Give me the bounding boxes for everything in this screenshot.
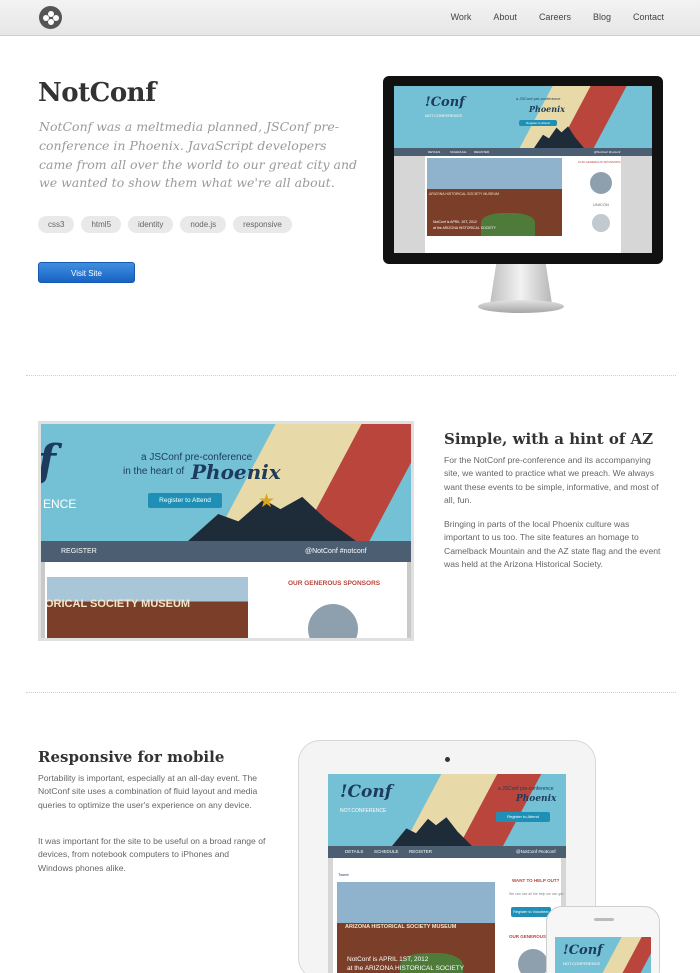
top-nav: Work About Careers Blog Contact (0, 0, 700, 36)
tablet-volunteer-button: Register to Volunteer (511, 907, 551, 917)
zoom-sponsors-title: OUR GENEROUS SPONSORS (288, 580, 381, 587)
tag-identity[interactable]: identity (128, 216, 174, 233)
tablet-help-title: WANT TO HELP OUT? (512, 878, 560, 883)
nav-link-contact[interactable]: Contact (633, 12, 664, 22)
nav-link-careers[interactable]: Careers (539, 12, 571, 22)
zoom-nav: REGISTER @NotConf #notconf (41, 541, 411, 562)
zoom-header: f ENCE a JSConf pre-conference in the he… (41, 424, 411, 541)
mock-register-button: Register to Attend (519, 120, 557, 126)
section-3-title: Responsive for mobile (38, 748, 225, 766)
monitor-mockup: !Conf NOT.CONFERENCE a JSConf pre-confer… (383, 76, 663, 264)
phone-mockup: !Conf NOT.CONFERENCE (546, 906, 660, 973)
mock-city: Phoenix (529, 104, 565, 114)
tag-nodejs[interactable]: node.js (180, 216, 227, 233)
tag-list: css3 html5 identity node.js responsive (38, 216, 292, 233)
mock-sponsor-unicon: UNICON (593, 202, 609, 207)
tag-html5[interactable]: html5 (81, 216, 122, 233)
mock-tagline-1: a JSConf pre-conference (516, 96, 561, 101)
meltmedia-logo-icon[interactable] (39, 6, 62, 29)
tablet-museum-photo: ARIZONA HISTORICAL SOCIETY MUSEUM NotCon… (337, 882, 495, 973)
mock-logo-sub: NOT.CONFERENCE (425, 113, 463, 118)
nav-links: Work About Careers Blog Contact (451, 12, 664, 22)
nav-link-work[interactable]: Work (451, 12, 472, 22)
tablet-logo-sub: NOT.CONFERENCE (340, 808, 387, 814)
zoom-tagline-2: in the heart of (123, 466, 185, 477)
page-title: NotConf (38, 78, 156, 108)
monitor-screen: !Conf NOT.CONFERENCE a JSConf pre-confer… (394, 86, 652, 253)
phone-screen: !Conf NOT.CONFERENCE (555, 937, 651, 973)
section-divider (26, 375, 676, 376)
zoom-logo-sub: ENCE (43, 497, 77, 511)
tag-css3[interactable]: css3 (38, 216, 75, 233)
section-3-paragraph-1: Portability is important, especially at … (38, 773, 258, 810)
camera-icon (445, 757, 450, 762)
site-screenshot-zoom: f ENCE a JSConf pre-conference in the he… (38, 421, 414, 641)
tablet-register-button: Register to Attend (496, 812, 550, 822)
zoom-city: Phoenix (191, 460, 281, 484)
tablet-screen: !Conf NOT.CONFERENCE a JSConf pre-confer… (328, 774, 566, 973)
mock-logo: !Conf (425, 95, 465, 110)
section-2-title: Simple, with a hint of AZ (444, 430, 654, 448)
tablet-header: !Conf NOT.CONFERENCE a JSConf pre-confer… (328, 774, 566, 846)
section-2-paragraph-1: For the NotConf pre-conference and its a… (444, 455, 659, 505)
phone-logo-sub: NOT.CONFERENCE (563, 961, 601, 966)
phone-logo: !Conf (563, 943, 603, 958)
zoom-register-button: Register to Attend (148, 493, 222, 508)
tablet-nav: DETAILS SCHEDULE REGISTER @NotConf #notc… (328, 846, 566, 858)
zoom-museum-photo: ORICAL SOCIETY MUSEUM (47, 577, 248, 638)
monitor-stand (490, 264, 552, 304)
mock-header: !Conf NOT.CONFERENCE a JSConf pre-confer… (394, 86, 652, 148)
tablet-tweet-button: Tweet (338, 872, 349, 877)
tablet-help-text: We can use all the help we can get. (509, 892, 565, 896)
section-2-paragraph-2: Bringing in parts of the local Phoenix c… (444, 519, 661, 569)
nav-link-about[interactable]: About (493, 12, 517, 22)
section-3-paragraph-2: It was important for the site to be usef… (38, 836, 266, 873)
mock-museum-photo: ARIZONA HISTORICAL SOCIETY MUSEUM NotCon… (427, 158, 562, 236)
mock-sponsors-title: OUR GENEROUS SPONSORS (578, 160, 621, 164)
hero-description: NotConf was a meltmedia planned, JSConf … (39, 119, 358, 191)
monitor-base (478, 300, 564, 313)
section-divider (26, 692, 676, 693)
tag-responsive[interactable]: responsive (233, 216, 292, 233)
tablet-logo: !Conf (340, 782, 393, 802)
visit-site-button[interactable]: Visit Site (38, 262, 135, 283)
nav-link-blog[interactable]: Blog (593, 12, 611, 22)
mock-nav: DETAILS SCHEDULE REGISTER @NotConf #notc… (394, 148, 652, 156)
speaker-icon (594, 918, 614, 921)
